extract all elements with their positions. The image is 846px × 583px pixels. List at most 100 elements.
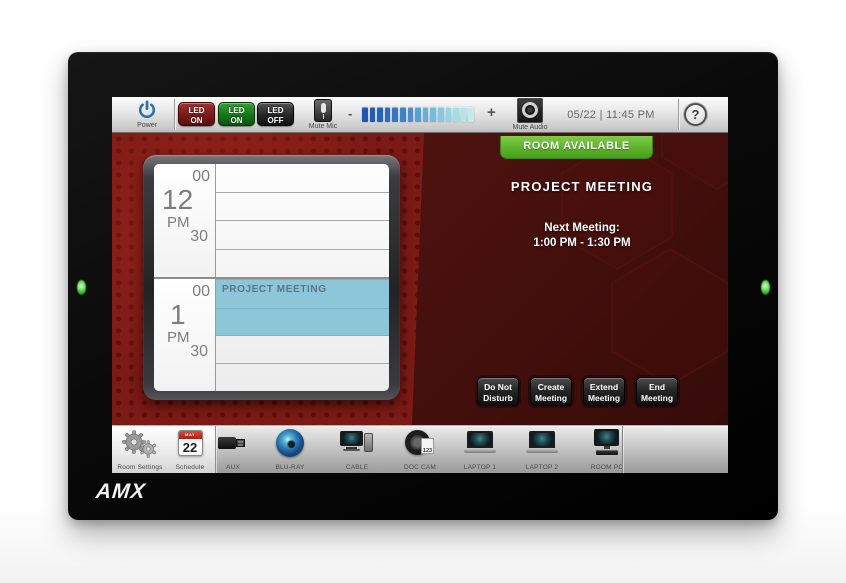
next-meeting-time: 1:00 PM - 1:30 PM: [442, 237, 722, 249]
minute-label: 30: [190, 343, 208, 361]
led-button-label: LED: [258, 106, 293, 116]
slot-column: [216, 164, 389, 277]
led-button-label: ON: [219, 116, 254, 126]
volume-segment: [392, 107, 398, 122]
led-on-red-button[interactable]: LED ON: [178, 102, 215, 126]
volume-level-bar[interactable]: [362, 106, 474, 122]
led-on-green-button[interactable]: LED ON: [218, 102, 255, 126]
slot-column: PROJECT MEETING: [216, 279, 389, 392]
volume-segment: [430, 107, 436, 122]
calendar-month: MAY: [179, 431, 202, 439]
aux-input-icon: [205, 426, 261, 460]
dock-item-laptop-1[interactable]: LAPTOP 1: [452, 426, 508, 473]
end-meeting-button[interactable]: End Meeting: [636, 377, 678, 406]
minute-label: 30: [190, 228, 208, 246]
led-button-label: LED: [179, 106, 214, 116]
schedule-slot[interactable]: [216, 336, 389, 365]
hour-number: 1: [170, 299, 186, 331]
dock-item-room-settings[interactable]: Room Settings: [112, 426, 168, 473]
hour-block-12pm: 00 12 PM 30: [154, 164, 389, 279]
toolbar-divider: [678, 99, 679, 130]
dock-item-label: AUX: [205, 464, 261, 471]
amx-logo: AMX: [95, 480, 147, 504]
dock-item-room-pc[interactable]: ROOM PC: [579, 426, 622, 473]
dock-item-label: DOC CAM: [392, 464, 448, 471]
do-not-disturb-button[interactable]: Do Not Disturb: [477, 377, 519, 406]
volume-segment: [377, 107, 383, 122]
schedule-grid: 00 12 PM 30: [154, 164, 389, 391]
volume-segment: [362, 107, 368, 122]
led-button-label: ON: [179, 116, 214, 126]
main-content: 00 12 PM 30: [112, 133, 728, 425]
meeting-actions: Do Not Disturb Create Meeting Extend Mee…: [477, 377, 678, 406]
bluray-disc-icon: [262, 426, 318, 460]
dock-item-label: LAPTOP 1: [452, 464, 508, 471]
schedule-slot[interactable]: [216, 221, 389, 250]
dock-item-label: ROOM PC: [579, 464, 622, 471]
hour-label-column: 00 1 PM 30: [154, 279, 216, 392]
hour-ampm: PM: [167, 329, 190, 346]
status-led-right: [761, 280, 770, 295]
mute-mic-button[interactable]: Mute Mic: [306, 99, 340, 130]
top-toolbar: Power LED ON LED ON LED OFF: [112, 97, 728, 133]
schedule-slot[interactable]: [216, 364, 389, 391]
dock-item-cable[interactable]: CABLE: [329, 426, 385, 473]
minute-label: 00: [192, 168, 210, 186]
volume-segment: [385, 107, 391, 122]
date-time-display: 05/22 | 11:45 PM: [552, 109, 670, 121]
dock-item-label: LAPTOP 2: [514, 464, 570, 471]
create-meeting-button[interactable]: Create Meeting: [530, 377, 572, 406]
volume-segment: [370, 107, 376, 122]
schedule-slot[interactable]: [216, 193, 389, 222]
power-button[interactable]: Power: [124, 99, 170, 129]
button-label: Create: [531, 382, 571, 393]
touch-screen: Power LED ON LED ON LED OFF: [112, 97, 728, 473]
extend-meeting-button[interactable]: Extend Meeting: [583, 377, 625, 406]
next-meeting-label: Next Meeting:: [442, 222, 722, 234]
help-button[interactable]: ?: [684, 103, 707, 126]
event-title: PROJECT MEETING: [222, 284, 383, 295]
touch-panel-bezel: AMX Power LED ON: [68, 52, 778, 520]
led-off-button[interactable]: LED OFF: [257, 102, 294, 126]
schedule-slot[interactable]: [216, 164, 389, 193]
led-button-label: OFF: [258, 116, 293, 126]
dock-item-aux[interactable]: AUX: [205, 426, 261, 473]
volume-up-button[interactable]: +: [487, 104, 496, 121]
dock-item-doc-cam[interactable]: 123 DOC CAM: [392, 426, 448, 473]
status-led-left: [77, 280, 86, 295]
schedule-panel: 00 12 PM 30: [143, 155, 400, 400]
calendar-day: 22: [179, 439, 202, 456]
power-icon: [124, 99, 170, 121]
dock-items: Room Settings MAY 22 Schedule: [112, 426, 622, 473]
hour-ampm: PM: [167, 214, 190, 231]
hour-number: 12: [162, 184, 193, 216]
led-button-label: LED: [219, 106, 254, 116]
mute-audio-button[interactable]: Mute Audio: [506, 98, 554, 131]
source-dock: Room Settings MAY 22 Schedule: [112, 425, 728, 473]
speaker-icon: [517, 98, 543, 123]
scheduled-event[interactable]: PROJECT MEETING: [216, 279, 389, 336]
button-label: Do Not: [478, 382, 518, 393]
dock-item-label: BLU-RAY: [262, 464, 318, 471]
laptop-icon: [452, 426, 508, 460]
volume-segment: [453, 107, 459, 122]
doc-page-numbers: 123: [421, 438, 434, 454]
schedule-slot[interactable]: [216, 250, 389, 279]
dock-divider: [622, 426, 623, 473]
dock-item-label: Room Settings: [112, 464, 168, 471]
dock-item-bluray[interactable]: BLU-RAY: [262, 426, 318, 473]
document-camera-icon: 123: [392, 426, 448, 460]
volume-segment: [468, 107, 474, 122]
button-label: Extend: [584, 382, 624, 393]
button-label: Meeting: [584, 393, 624, 404]
desktop-pc-icon: [579, 426, 622, 460]
page-background: AMX Power LED ON: [0, 0, 846, 583]
dock-item-laptop-2[interactable]: LAPTOP 2: [514, 426, 570, 473]
volume-segment: [446, 107, 452, 122]
volume-down-button[interactable]: -: [348, 106, 352, 121]
cable-tv-icon: [329, 426, 385, 460]
laptop-icon: [514, 426, 570, 460]
minute-label: 00: [192, 283, 210, 301]
volume-segment: [423, 107, 429, 122]
meeting-info-zone: PROJECT MEETING Next Meeting: 1:00 PM - …: [442, 133, 722, 373]
